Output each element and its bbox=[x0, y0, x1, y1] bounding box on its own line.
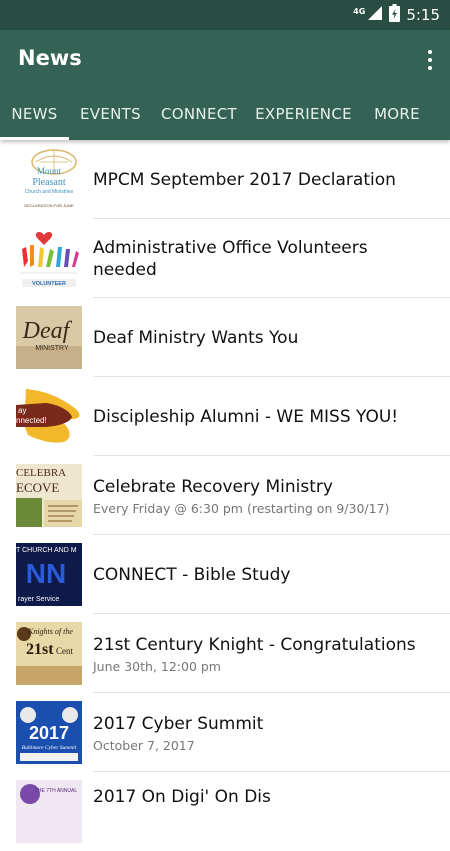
tab-news[interactable]: NEWS bbox=[0, 88, 69, 140]
news-list: Mount Pleasant Church and Ministries DEC… bbox=[0, 140, 450, 851]
overflow-menu-icon[interactable] bbox=[426, 50, 434, 70]
news-thumbnail: CELEBRA ECOVE bbox=[16, 464, 82, 527]
thumb-text: NN bbox=[26, 558, 66, 589]
news-item[interactable]: VOLUNTEER Administrative Office Voluntee… bbox=[0, 219, 450, 298]
thumb-text: THE 7TH ANNUAL bbox=[35, 788, 77, 794]
news-thumbnail: VOLUNTEER bbox=[16, 227, 82, 290]
news-title: MPCM September 2017 Declaration bbox=[93, 169, 396, 190]
app-bar: News NEWS EVENTS CONNECT EXPERIENCE MORE bbox=[0, 30, 450, 140]
tab-experience[interactable]: EXPERIENCE bbox=[246, 88, 361, 140]
news-thumbnail: Deaf MINISTRY bbox=[16, 306, 82, 369]
news-title: 2017 On Digi' On Dis bbox=[93, 787, 271, 807]
tab-bar: NEWS EVENTS CONNECT EXPERIENCE MORE bbox=[0, 88, 450, 140]
news-subtitle: Every Friday @ 6:30 pm (restarting on 9/… bbox=[93, 500, 390, 516]
news-item[interactable]: T CHURCH AND M NN rayer Service CONNECT … bbox=[0, 535, 450, 614]
status-bar: 4G 5:15 bbox=[0, 0, 450, 30]
news-subtitle: October 7, 2017 bbox=[93, 737, 195, 753]
tab-connect[interactable]: CONNECT bbox=[152, 88, 246, 140]
news-thumbnail: THE 7TH ANNUAL bbox=[16, 780, 82, 843]
thumb-text: rayer Service bbox=[18, 596, 59, 603]
thumb-text: 21st bbox=[26, 641, 54, 658]
news-thumbnail: 2017 Baltimore Cyber Summit bbox=[16, 701, 82, 764]
thumb-text: 2017 bbox=[29, 723, 69, 743]
battery-icon bbox=[389, 4, 401, 26]
thumb-text: ay bbox=[18, 406, 26, 415]
thumb-text: VOLUNTEER bbox=[32, 281, 66, 287]
news-title: 2017 Cyber Summit bbox=[93, 713, 264, 734]
thumb-text: DECLARATION FOR JUNE bbox=[24, 203, 74, 208]
signal-icon bbox=[367, 5, 383, 25]
thumb-text: ECOVE bbox=[16, 480, 59, 495]
news-item[interactable]: CELEBRA ECOVE Celebrate Recovery Ministr… bbox=[0, 456, 450, 535]
thumb-text: Pleasant bbox=[32, 177, 66, 188]
news-item[interactable]: Deaf MINISTRY Deaf Ministry Wants You bbox=[0, 298, 450, 377]
news-title: Administrative Office Volunteers needed bbox=[93, 237, 368, 280]
news-title: Celebrate Recovery Ministry bbox=[93, 476, 333, 497]
news-title: Deaf Ministry Wants You bbox=[93, 327, 299, 348]
news-subtitle: June 30th, 12:00 pm bbox=[93, 658, 221, 674]
news-item[interactable]: Knights of the 21st Cent 21st Century Kn… bbox=[0, 614, 450, 693]
page-title: News bbox=[18, 46, 82, 70]
status-icons: 4G 5:15 bbox=[353, 0, 440, 30]
news-thumbnail: ay nnected! bbox=[16, 385, 82, 448]
thumb-text: Deaf bbox=[22, 318, 73, 344]
news-item[interactable]: Mount Pleasant Church and Ministries DEC… bbox=[0, 140, 450, 219]
news-item[interactable]: 2017 Baltimore Cyber Summit 2017 Cyber S… bbox=[0, 693, 450, 772]
news-item[interactable]: THE 7TH ANNUAL 2017 On Digi' On Dis bbox=[0, 772, 450, 851]
news-title: 21st Century Knight - Congratulations bbox=[93, 634, 416, 655]
tab-events[interactable]: EVENTS bbox=[69, 88, 152, 140]
tab-more[interactable]: MORE bbox=[361, 88, 433, 140]
thumb-text: MINISTRY bbox=[35, 345, 69, 352]
network-type: 4G bbox=[353, 6, 366, 16]
thumb-text: nnected! bbox=[16, 416, 47, 425]
news-title: Discipleship Alumni - WE MISS YOU! bbox=[93, 406, 399, 427]
thumb-text: CELEBRA bbox=[16, 467, 66, 479]
thumb-text: Baltimore Cyber Summit bbox=[22, 745, 77, 751]
thumb-text: Knights of the bbox=[27, 627, 73, 636]
thumb-text: T CHURCH AND M bbox=[16, 547, 77, 554]
thumb-text: Church and Ministries bbox=[25, 189, 74, 195]
news-thumbnail: T CHURCH AND M NN rayer Service bbox=[16, 543, 82, 606]
news-item[interactable]: ay nnected! Discipleship Alumni - WE MIS… bbox=[0, 377, 450, 456]
news-thumbnail: Mount Pleasant Church and Ministries DEC… bbox=[16, 148, 82, 211]
thumb-text: Mount bbox=[37, 166, 62, 176]
thumb-text: Cent bbox=[56, 646, 73, 656]
news-thumbnail: Knights of the 21st Cent bbox=[16, 622, 82, 685]
news-title: CONNECT - Bible Study bbox=[93, 564, 291, 585]
clock: 5:15 bbox=[406, 6, 440, 24]
